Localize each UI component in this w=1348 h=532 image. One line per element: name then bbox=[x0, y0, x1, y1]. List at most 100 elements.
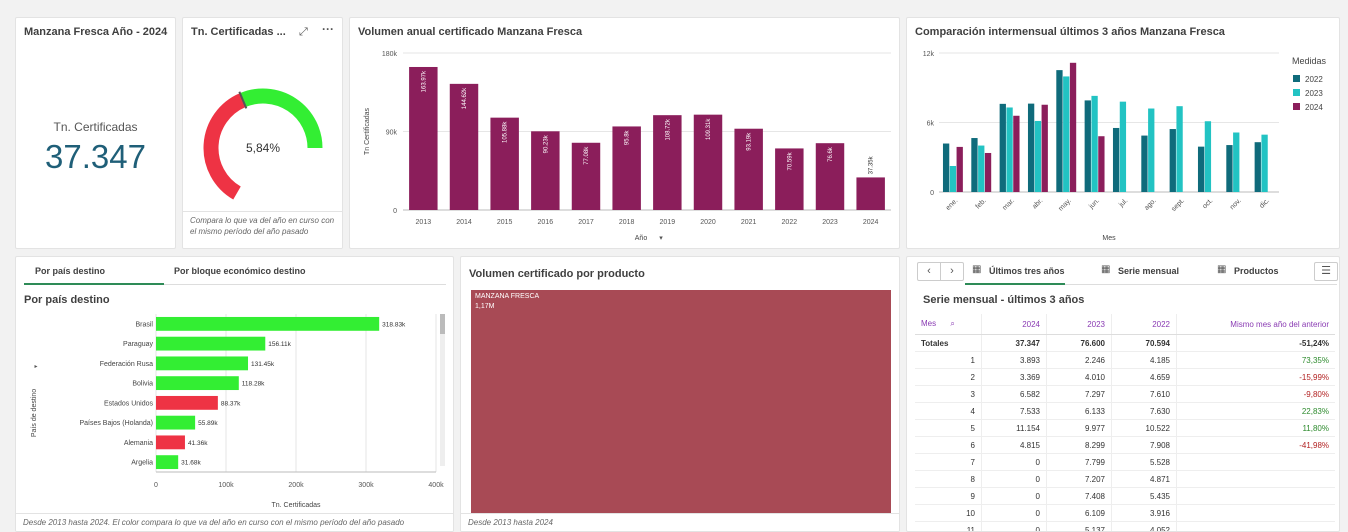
bar-2023-mar.[interactable] bbox=[1006, 107, 1013, 192]
prev-button[interactable]: ‹ bbox=[917, 262, 941, 281]
next-button[interactable]: › bbox=[940, 262, 964, 281]
header-2023[interactable]: 2023 bbox=[1046, 314, 1112, 335]
bar-2022-nov.[interactable] bbox=[1226, 145, 1233, 192]
bar-2022-ago.[interactable] bbox=[1141, 135, 1148, 192]
y-axis-label: País de destino bbox=[31, 389, 38, 437]
bar-2023-jul.[interactable] bbox=[1119, 101, 1127, 192]
bar-2023-ago.[interactable] bbox=[1148, 108, 1155, 192]
bar-2024-abr.[interactable] bbox=[1041, 104, 1048, 192]
table-row[interactable]: 6 4.815 8.299 7.908 -41,98% bbox=[915, 436, 1335, 454]
sort-dropdown-icon[interactable]: ▾ bbox=[659, 235, 663, 242]
bar-2022-sept.[interactable] bbox=[1169, 129, 1176, 192]
bar-Paraguay[interactable] bbox=[156, 336, 266, 351]
x-tick-label: abr. bbox=[1031, 197, 1044, 210]
table-row[interactable]: 1 3.893 2.246 4.185 73,35% bbox=[915, 351, 1335, 369]
bar-Federación Rusa[interactable] bbox=[156, 356, 249, 371]
table-cell: 8 bbox=[915, 470, 982, 488]
tab-active-underline bbox=[965, 283, 1065, 285]
table-row[interactable]: 9 0 7.408 5.435 bbox=[915, 487, 1335, 505]
country-footnote: Desde 2013 hasta 2024. El color compara … bbox=[16, 513, 453, 531]
x-tick-label: 2018 bbox=[619, 219, 635, 226]
table-cell: 5.137 bbox=[1046, 521, 1112, 531]
bar-2023-dic.[interactable] bbox=[1261, 134, 1268, 192]
table-cell: 0 bbox=[981, 504, 1047, 522]
tab-productos[interactable]: Productos bbox=[1234, 266, 1279, 276]
table-row[interactable]: 2 3.369 4.010 4.659 -15,99% bbox=[915, 368, 1335, 386]
kpi-card: Manzana Fresca Año - 2024 Tn. Certificad… bbox=[15, 17, 176, 249]
bar-2024[interactable] bbox=[856, 177, 885, 210]
table-row[interactable]: 7 0 7.799 5.528 bbox=[915, 453, 1335, 471]
bar-2023-nov.[interactable] bbox=[1233, 132, 1240, 192]
bar-2022-jul.[interactable] bbox=[1112, 127, 1120, 192]
gauge-value: 5,84% bbox=[246, 141, 280, 155]
header-mes[interactable]: Mes ⌕ bbox=[915, 314, 982, 335]
bar-2023-may.[interactable] bbox=[1063, 76, 1070, 192]
bar-2022-may.[interactable] bbox=[1056, 70, 1063, 192]
treemap-title: Volumen certificado por producto bbox=[469, 268, 645, 280]
x-tick-label: 2013 bbox=[416, 219, 432, 226]
bar-2023-abr.[interactable] bbox=[1034, 120, 1042, 192]
bar-2024-feb.[interactable] bbox=[984, 152, 992, 192]
bar-Estados Unidos[interactable] bbox=[156, 395, 218, 410]
header-mismo-mes[interactable]: Mismo mes año del anterior bbox=[1176, 314, 1335, 335]
table-cell: 6.109 bbox=[1046, 504, 1112, 522]
table-cell: 7 bbox=[915, 453, 982, 471]
y-tick-label: Bolivia bbox=[132, 381, 153, 388]
bar-2024-may.[interactable] bbox=[1069, 62, 1077, 192]
tab-serie-mensual[interactable]: Serie mensual bbox=[1118, 266, 1179, 276]
bar-data-label: 90.23k bbox=[543, 134, 549, 153]
expand-icon[interactable]: ⤢ bbox=[299, 26, 308, 39]
kpi-value: 37.347 bbox=[45, 138, 146, 175]
bar-Brasil[interactable] bbox=[156, 316, 380, 331]
table-row[interactable]: 8 0 7.207 4.871 bbox=[915, 470, 1335, 488]
expand-arrow-icon[interactable]: ▸ bbox=[34, 364, 37, 370]
bar-2023-feb.[interactable] bbox=[978, 145, 985, 192]
country-scrollbar[interactable] bbox=[440, 314, 445, 466]
y-tick-label: Brasil bbox=[135, 321, 153, 328]
bar-2022-mar.[interactable] bbox=[999, 103, 1006, 192]
bar-2023-sept.[interactable] bbox=[1176, 106, 1183, 192]
bar-2024-mar.[interactable] bbox=[1013, 115, 1020, 192]
table-title: Serie mensual - últimos 3 años bbox=[923, 294, 1085, 306]
bar-Países Bajos (Holanda)[interactable] bbox=[156, 415, 196, 430]
table-cell: 4.010 bbox=[1046, 368, 1112, 386]
bar-Bolivia[interactable] bbox=[156, 376, 239, 391]
bar-2022-abr.[interactable] bbox=[1027, 103, 1035, 192]
table-row[interactable]: 5 11.154 9.977 10.522 11,80% bbox=[915, 419, 1335, 437]
bar-2022-ene.[interactable] bbox=[942, 143, 950, 192]
bar-2023-oct.[interactable] bbox=[1204, 121, 1212, 192]
bar-data-label: 118.28k bbox=[242, 381, 265, 388]
bar-2022-jun.[interactable] bbox=[1084, 100, 1091, 192]
more-options-icon[interactable]: ··· bbox=[322, 22, 334, 36]
search-icon[interactable]: ⌕ bbox=[950, 319, 954, 328]
header-2022[interactable]: 2022 bbox=[1111, 314, 1177, 335]
legend-label-2022: 2022 bbox=[1305, 75, 1323, 84]
bar-2022-dic.[interactable] bbox=[1254, 142, 1261, 192]
tab-ultimos-tres-anos[interactable]: Últimos tres años bbox=[989, 266, 1065, 276]
table-cell: 4.815 bbox=[981, 436, 1047, 454]
bar-2022-oct.[interactable] bbox=[1197, 146, 1205, 192]
x-axis-label: Mes bbox=[1102, 235, 1116, 242]
table-cell: 7.533 bbox=[981, 402, 1047, 420]
table-row[interactable]: 3 6.582 7.297 7.610 -9,80% bbox=[915, 385, 1335, 403]
header-2024[interactable]: 2024 bbox=[981, 314, 1047, 335]
bar-2023-ene.[interactable] bbox=[949, 165, 957, 192]
bar-2024-jun.[interactable] bbox=[1098, 136, 1105, 192]
bar-2023-jun.[interactable] bbox=[1091, 95, 1098, 192]
bar-Alemania[interactable] bbox=[156, 435, 185, 450]
bar-2022-feb.[interactable] bbox=[971, 138, 978, 192]
bar-2024-ene.[interactable] bbox=[956, 146, 963, 192]
x-tick-label: 200k bbox=[288, 482, 304, 489]
table-row[interactable]: 4 7.533 6.133 7.630 22,83% bbox=[915, 402, 1335, 420]
treemap-cell-manzana-fresca[interactable]: MANZANA FRESCA 1,17M bbox=[471, 290, 891, 515]
gauge-red-arc bbox=[203, 93, 247, 200]
list-menu-button[interactable]: ☰ bbox=[1314, 262, 1338, 281]
totals-row[interactable]: Totales 37.347 76.600 70.594 -51,24% bbox=[915, 334, 1335, 352]
x-tick-label: ene. bbox=[945, 197, 960, 212]
table-row[interactable]: 10 0 6.109 3.916 bbox=[915, 504, 1335, 522]
country-scrollbar-thumb[interactable] bbox=[440, 314, 445, 334]
table-row[interactable]: 11 0 5.137 4.052 bbox=[915, 521, 1335, 531]
bar-Argelia[interactable] bbox=[156, 455, 179, 470]
treemap-cell-label: MANZANA FRESCA bbox=[475, 293, 540, 300]
tab-underline-rest bbox=[1065, 284, 1337, 285]
